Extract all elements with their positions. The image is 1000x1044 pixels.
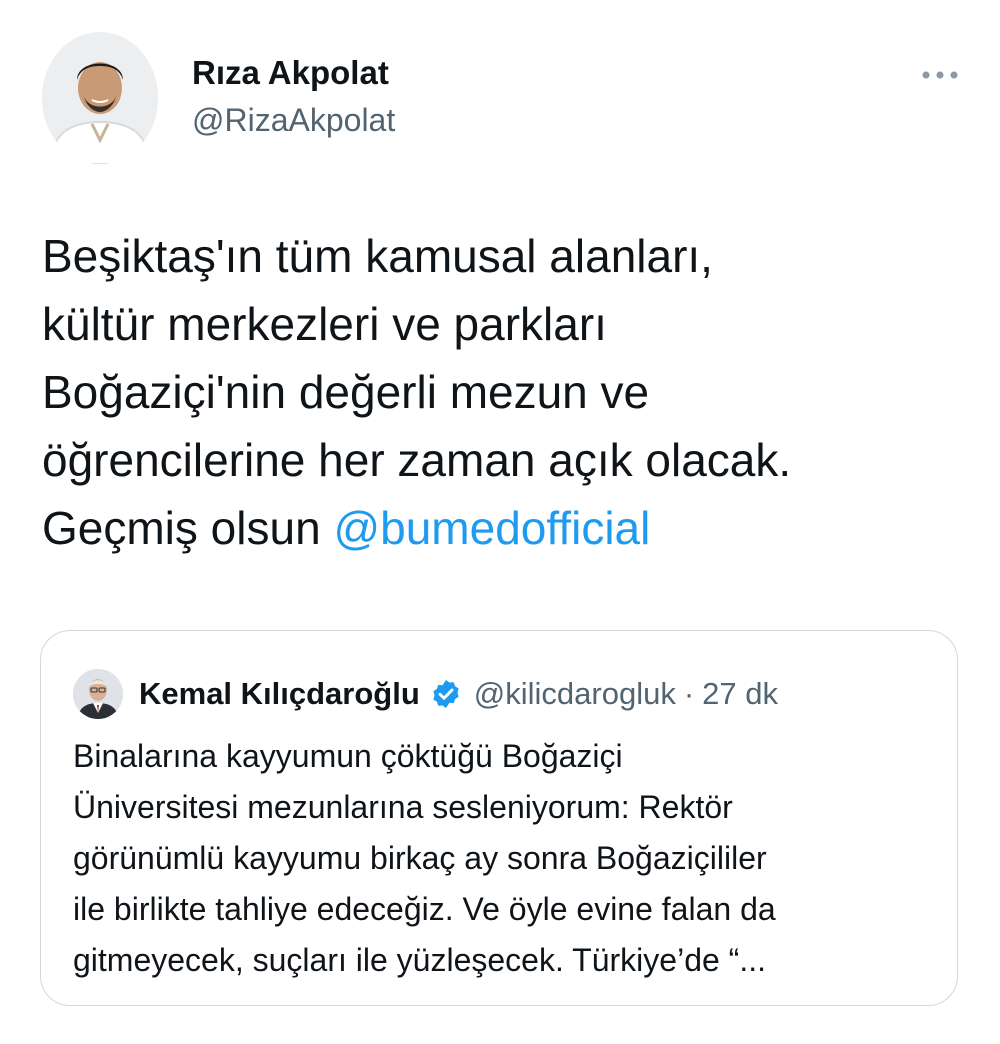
quoted-tweet-text: Binalarına kayyumun çöktüğü Boğaziçi Üni… <box>73 738 776 978</box>
quoted-author-avatar[interactable] <box>73 669 123 719</box>
quoted-tweet-card[interactable]: Kemal Kılıçdaroğlu @kilicdarogluk · 27 d… <box>40 630 958 1006</box>
quoted-author-display-name[interactable]: Kemal Kılıçdaroğlu <box>139 676 420 712</box>
author-avatar[interactable] <box>42 32 158 164</box>
author-handle[interactable]: @RizaAkpolat <box>192 102 395 139</box>
more-dots-icon <box>922 71 958 79</box>
separator-dot: · <box>683 676 695 711</box>
quoted-author-handle[interactable]: @kilicdarogluk <box>474 676 676 712</box>
profile-photo-icon <box>42 32 158 164</box>
tweet-text: Beşiktaş'ın tüm kamusal alanları, kültür… <box>42 222 972 562</box>
mention-link[interactable]: @bumedofficial <box>333 502 650 554</box>
tweet: Rıza Akpolat @RizaAkpolat Beşiktaş'ın tü… <box>0 0 1000 1044</box>
profile-photo-icon <box>73 669 123 719</box>
more-options-button[interactable] <box>912 60 968 90</box>
quoted-tweet-header: Kemal Kılıçdaroğlu @kilicdarogluk · 27 d… <box>73 669 778 719</box>
author-display-name[interactable]: Rıza Akpolat <box>192 54 389 92</box>
quoted-tweet-timestamp[interactable]: 27 dk <box>702 676 778 712</box>
verified-badge-icon <box>433 680 459 708</box>
